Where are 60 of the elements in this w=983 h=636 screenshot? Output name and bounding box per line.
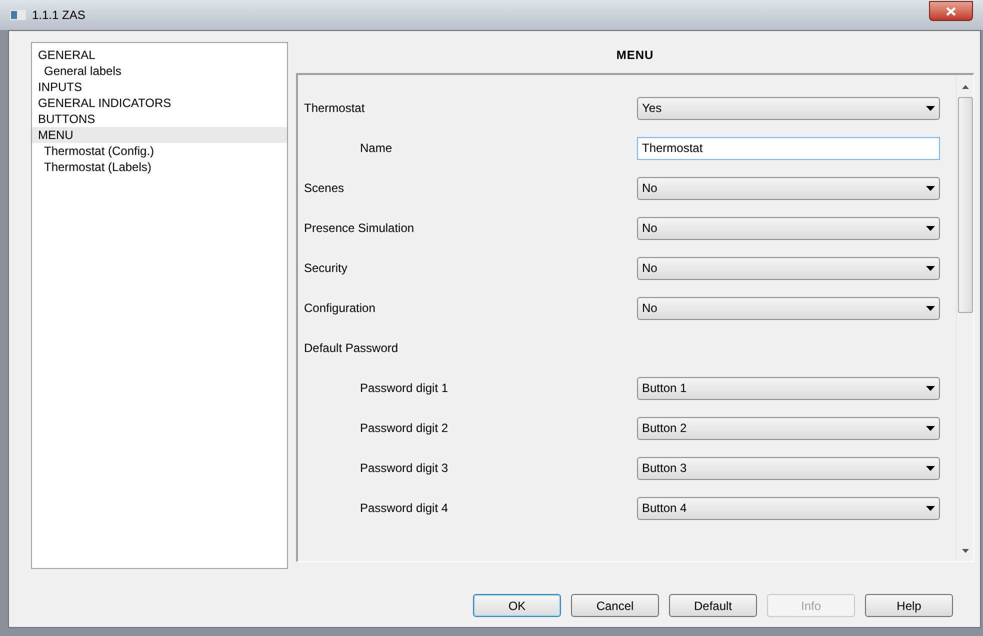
caret-icon	[926, 506, 935, 510]
field-label: Password digit 3	[359, 460, 450, 477]
dialog-button[interactable]: Help	[865, 594, 953, 617]
dropdown-value: No	[642, 260, 658, 277]
scroll-up-icon	[962, 85, 968, 89]
tree-item[interactable]: Thermostat (Labels)	[32, 159, 287, 175]
close-icon	[946, 6, 956, 16]
dropdown[interactable]: Yes	[637, 96, 940, 120]
scroll-thumb[interactable]	[958, 97, 972, 313]
tree-item[interactable]: MENU	[32, 127, 287, 143]
dropdown-value: Button 4	[642, 500, 687, 517]
dropdown[interactable]: Button 2	[637, 416, 940, 440]
field-label: Presence Simulation	[304, 220, 416, 237]
dropdown-value: No	[642, 180, 658, 197]
field-label: Name	[359, 140, 394, 157]
dropdown[interactable]: Button 3	[637, 456, 940, 480]
caret-icon	[926, 226, 935, 230]
close-button[interactable]	[929, 1, 973, 21]
field-label: Password digit 4	[359, 500, 450, 517]
dropdown-value: Button 3	[642, 460, 687, 477]
field-label: Password digit 2	[359, 420, 450, 437]
dropdown[interactable]: No	[637, 296, 940, 320]
field-label: Security	[304, 260, 348, 277]
dropdown-value: Yes	[642, 100, 662, 117]
scroll-down-icon	[962, 549, 968, 553]
scrollbar[interactable]	[956, 75, 973, 561]
window-title: 1.1.1 ZAS	[32, 7, 86, 24]
dropdown[interactable]: Button 4	[637, 496, 940, 520]
dropdown[interactable]: No	[637, 256, 940, 280]
tree-item[interactable]: General labels	[32, 63, 287, 79]
dropdown[interactable]: No	[637, 176, 940, 200]
caret-icon	[926, 306, 935, 310]
dialog-button[interactable]: Cancel	[571, 594, 659, 617]
field-label: Default Password	[304, 340, 400, 357]
caret-icon	[926, 466, 935, 470]
caret-icon	[926, 266, 935, 270]
tree-item[interactable]: GENERAL INDICATORS	[32, 95, 287, 111]
tree-item[interactable]: BUTTONS	[32, 111, 287, 127]
window-icon	[10, 10, 26, 20]
tree-item[interactable]: Thermostat (Config.)	[32, 143, 287, 159]
tree-item[interactable]: INPUTS	[32, 79, 287, 95]
field-label: Configuration	[304, 300, 376, 317]
caret-icon	[926, 186, 935, 190]
dropdown-value: No	[642, 220, 658, 237]
panel-title: MENU	[615, 47, 655, 64]
caret-icon	[926, 106, 935, 110]
field-label: Password digit 1	[359, 380, 450, 397]
dropdown[interactable]: Button 1	[637, 376, 940, 400]
field-label: Thermostat	[304, 100, 366, 117]
dropdown-value: Button 1	[642, 380, 687, 397]
caret-icon	[926, 386, 935, 390]
dropdown[interactable]: No	[637, 216, 940, 240]
dialog-button[interactable]: OK	[473, 594, 561, 617]
caret-icon	[926, 426, 935, 430]
input-field[interactable]: Thermostat	[637, 136, 940, 160]
field-label: Scenes	[304, 180, 346, 197]
dropdown-value: Button 2	[642, 420, 687, 437]
tree-item[interactable]: GENERAL	[32, 47, 287, 63]
dropdown-value: No	[642, 300, 658, 317]
dialog-button[interactable]: Default	[669, 594, 757, 617]
